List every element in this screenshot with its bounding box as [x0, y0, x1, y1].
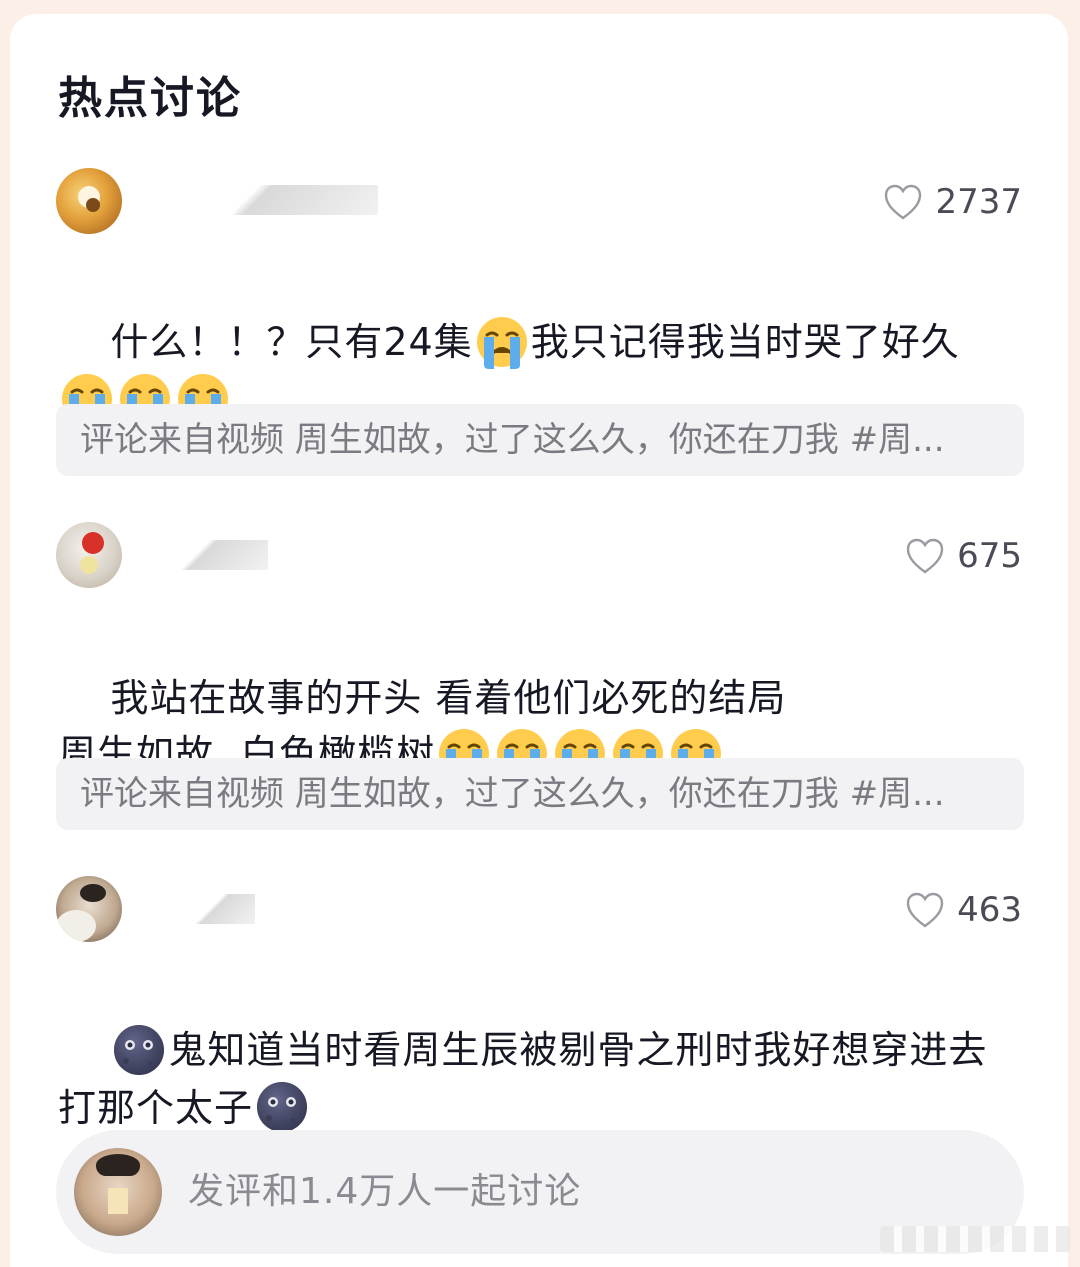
like-count: 675 — [957, 536, 1022, 576]
comment-composer[interactable]: 发评和1.4万人一起讨论 — [56, 1130, 1024, 1254]
new-moon-face-emoji-icon — [257, 1082, 308, 1132]
like-button[interactable]: 2737 — [883, 182, 1022, 222]
section-title: 热点讨论 — [58, 73, 242, 124]
new-moon-face-emoji-icon — [114, 1024, 165, 1075]
redacted-username[interactable] — [138, 185, 378, 215]
redacted-username[interactable] — [138, 540, 268, 570]
heart-outline-icon — [906, 538, 944, 574]
like-button[interactable]: 463 — [905, 890, 1022, 930]
like-button[interactable]: 675 — [905, 536, 1022, 576]
avatar[interactable] — [56, 168, 122, 234]
avatar[interactable] — [56, 876, 122, 942]
avatar — [74, 1148, 162, 1236]
like-count: 2737 — [935, 182, 1022, 222]
heart-outline-icon — [885, 184, 922, 220]
composer-placeholder: 发评和1.4万人一起讨论 — [188, 1171, 582, 1212]
like-count: 463 — [957, 890, 1022, 930]
heart-outline-icon — [906, 892, 944, 928]
crying-emoji-icon — [475, 315, 529, 369]
video-source-link[interactable]: 评论来自视频 周生如故，过了这么久，你还在刀我 #周... — [56, 758, 1024, 830]
watermark — [880, 1226, 1070, 1252]
redacted-username[interactable] — [175, 894, 255, 924]
avatar[interactable] — [56, 522, 122, 588]
video-source-link[interactable]: 评论来自视频 周生如故，过了这么久，你还在刀我 #周... — [56, 404, 1024, 476]
